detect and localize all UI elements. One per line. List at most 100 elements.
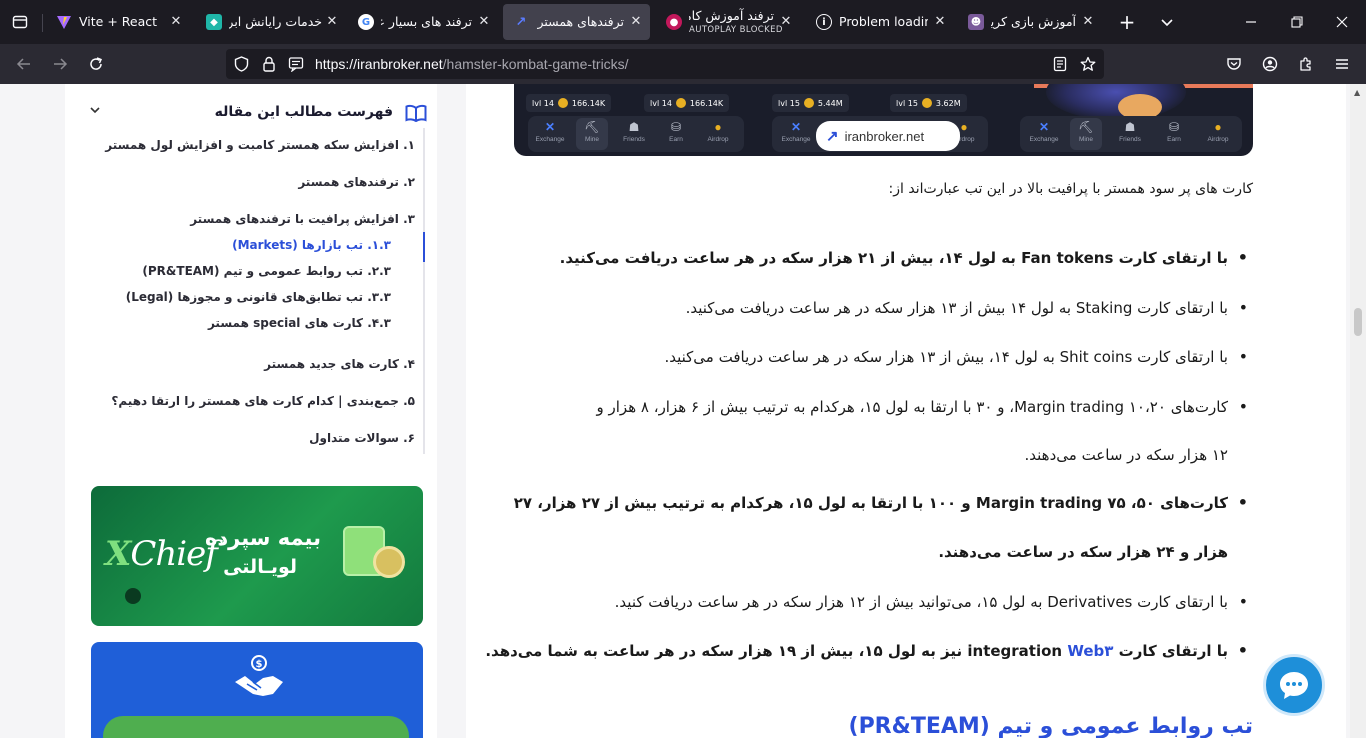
toc-item[interactable]: ۱. افزایش سکه همستر کامبت و افزایش لول ه…	[105, 138, 415, 152]
ad-decoration	[125, 588, 141, 604]
toc-item[interactable]: ۲.۳. تب روابط عمومی و تیم (PR&TEAM)	[142, 264, 391, 278]
airdrop-nav-item: ● Airdrop	[702, 118, 734, 150]
tab-great-tricks[interactable]: G ترفند های بسیار عالی ✕	[348, 4, 498, 40]
iranbroker-icon: ↗	[515, 14, 527, 30]
toc-item[interactable]: ۴.۳. کارت های special همستر	[208, 316, 391, 330]
scroll-up-arrow-icon[interactable]: ▲	[1354, 88, 1360, 97]
coin-icon	[921, 98, 932, 108]
hamster-game-screenshot: lvl 14 166.14K lvl 14 166.14K lvl 15 5.44M …	[514, 84, 1253, 156]
menu-button[interactable]	[1327, 49, 1357, 79]
web3-link[interactable]: Web۳	[1067, 642, 1113, 660]
close-tab-icon[interactable]: ✕	[324, 14, 340, 30]
firefox-view-icon	[12, 15, 28, 29]
toc-item[interactable]: ۳.۳. تب تطابق‌های قانونی و مجوزها (Legal…	[126, 290, 391, 304]
exchange-icon: ✕	[1038, 120, 1050, 134]
extensions-button[interactable]	[1291, 49, 1321, 79]
lock-icon[interactable]	[260, 55, 278, 73]
earn-icon: ⛁	[670, 120, 682, 134]
web-page: فهرست مطالب این مقاله ۱. افزایش سکه همست…	[0, 84, 1366, 738]
reload-icon	[90, 57, 102, 70]
handshake-icon: $	[235, 655, 283, 696]
xchief-ad-banner[interactable]: XChief بیمه سپرده لویـالتی	[91, 486, 423, 626]
autoplay-blocked-label: AUTOPLAY BLOCKED	[689, 25, 783, 35]
pickaxe-icon: ⛏	[1078, 120, 1094, 134]
new-tab-button[interactable]: +	[1112, 7, 1142, 37]
shield-icon[interactable]	[232, 55, 250, 73]
tab-strip: Vite + React ✕ ◆ خدمات رایانش ابری ✕ G ت…	[0, 0, 1366, 44]
tab-hamster-tricks[interactable]: ↗ ترفندهای همستر کامبت ✕	[503, 4, 650, 40]
tab-title: ترفندهای همستر کامبت	[536, 14, 624, 29]
tab-crypto-game[interactable]: ☻ آموزش بازی کریپتو ✕	[958, 4, 1102, 40]
toc-rail	[423, 128, 425, 454]
banner-glow	[1046, 84, 1186, 120]
coin-icon	[373, 546, 405, 578]
exchange-nav-item: ✕ Exchange	[535, 120, 565, 143]
toc-item[interactable]: ۳. افزایش پرافیت با ترفندهای همستر	[190, 212, 415, 226]
level-stat: lvl 15 3.62M	[890, 94, 967, 112]
tab-title: Problem loading page	[839, 14, 928, 29]
coin-icon	[557, 98, 568, 108]
reader-view-icon[interactable]	[1051, 55, 1069, 73]
game-nav-bar: ✕ Exchange ⛏ Mine ☗ Friends ⛁ Earn ● Airdrop	[1020, 116, 1242, 152]
bookmark-star-icon[interactable]	[1079, 55, 1097, 73]
account-button[interactable]	[1255, 49, 1285, 79]
chevron-down-icon	[1161, 19, 1173, 27]
toc-header[interactable]: فهرست مطالب این مقاله	[85, 98, 435, 128]
address-bar[interactable]: https://iranbroker.net/hamster-kombat-ga…	[226, 49, 1104, 79]
list-item: با ارتقای کارت integration Web۳ نیز به ل…	[485, 641, 1247, 661]
tab-problem-loading[interactable]: i Problem loading page ✕	[806, 4, 954, 40]
toc-item[interactable]: ۵. جمع‌بندی | کدام کارت های همستر را ارت…	[111, 394, 415, 408]
toc-item[interactable]: ۶. سوالات متداول	[309, 431, 415, 445]
close-tab-icon[interactable]: ✕	[932, 14, 948, 30]
tab-vite-react[interactable]: Vite + React ✕	[46, 4, 190, 40]
close-tab-icon[interactable]: ✕	[1080, 14, 1096, 30]
url-text[interactable]: https://iranbroker.net/hamster-kombat-ga…	[315, 56, 629, 72]
reload-button[interactable]	[81, 49, 111, 79]
list-item-continuation: هزار و ۲۴ هزار سکه در ساعت می‌دهند.	[938, 543, 1228, 561]
arrow-left-icon	[16, 58, 30, 70]
permissions-icon[interactable]	[287, 55, 305, 73]
list-item: با ارتقای کارت Shit coins به لول ۱۴، بیش…	[664, 347, 1247, 367]
iranbroker-watermark: ↗ iranbroker.net	[816, 121, 960, 151]
list-all-tabs-button[interactable]	[1152, 7, 1182, 37]
close-tab-icon[interactable]: ✕	[778, 14, 794, 30]
tab-full-tutorial[interactable]: ● ترفند آموزش کامل AUTOPLAY BLOCKED ✕	[656, 4, 800, 40]
restore-button[interactable]	[1282, 7, 1312, 37]
back-button[interactable]	[9, 49, 39, 79]
sidebar: فهرست مطالب این مقاله ۱. افزایش سکه همست…	[65, 84, 437, 738]
info-icon: i	[816, 14, 832, 30]
level-stat: lvl 15 5.44M	[772, 94, 849, 112]
navigation-toolbar: https://iranbroker.net/hamster-kombat-ga…	[0, 44, 1366, 84]
close-tab-icon[interactable]: ✕	[168, 14, 184, 30]
toc-item[interactable]: ۲. ترفندهای همستر	[298, 175, 415, 189]
scrollbar-thumb[interactable]	[1354, 308, 1362, 336]
toc-title: فهرست مطالب این مقاله	[214, 104, 393, 120]
book-icon	[405, 104, 427, 122]
list-item: با ارتقای کارت Staking به لول ۱۴ بیش از …	[686, 298, 1249, 318]
friends-icon: ☗	[1124, 120, 1136, 134]
minimize-button[interactable]	[1236, 7, 1266, 37]
partnership-ad-banner[interactable]: $	[91, 642, 423, 738]
vite-icon	[56, 14, 72, 30]
chat-support-button[interactable]	[1263, 654, 1325, 716]
airdrop-coin-icon: ●	[714, 120, 722, 134]
list-item: با ارتقای کارت Fan tokens به لول ۱۴، بیش…	[560, 248, 1249, 268]
firefox-view-button[interactable]	[5, 7, 35, 37]
list-item-continuation: ۱۲ هزار سکه در ساعت می‌دهند.	[1024, 446, 1229, 464]
tab-title: آموزش بازی کریپتو	[991, 14, 1076, 29]
close-tab-icon[interactable]: ✕	[476, 14, 492, 30]
list-item: با ارتقای کارت Derivatives به لول ۱۵، می…	[615, 592, 1249, 612]
close-tab-icon[interactable]: ✕	[628, 14, 644, 30]
toc-item-active[interactable]: ۱.۳. تب بازارها (Markets)	[232, 238, 391, 252]
page-scrollbar[interactable]: ▲	[1350, 84, 1366, 738]
list-item: کارت‌های ۱۰،۲۰ Margin trading، و ۳۰ با ا…	[597, 397, 1248, 417]
chevron-down-icon[interactable]	[89, 104, 101, 116]
plus-icon: +	[1118, 10, 1136, 34]
minimize-icon	[1246, 21, 1256, 23]
account-icon	[1262, 56, 1278, 72]
close-window-button[interactable]	[1327, 7, 1357, 37]
forward-button[interactable]	[45, 49, 75, 79]
svg-text:$: $	[256, 659, 263, 670]
pocket-button[interactable]	[1219, 49, 1249, 79]
toc-item[interactable]: ۴. کارت های جدید همستر	[264, 357, 415, 371]
